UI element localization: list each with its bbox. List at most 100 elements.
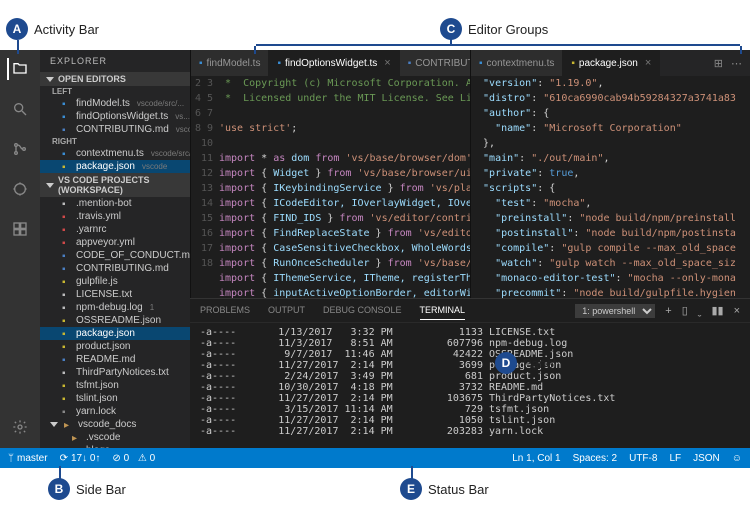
file-name: yarn.lock	[76, 406, 116, 417]
terminal-split-icon[interactable]: ▯	[682, 304, 688, 317]
file-name: findModel.ts	[76, 98, 130, 109]
status-errors[interactable]: ⊘ 0 ⚠ 0	[112, 453, 155, 464]
gear-icon[interactable]	[9, 416, 31, 438]
status-branch[interactable]: ᛘmaster	[8, 453, 48, 464]
status-eol[interactable]: LF	[669, 453, 681, 464]
status-encoding[interactable]: UTF-8	[629, 453, 657, 464]
file-path: vscode	[142, 162, 167, 171]
file-tree-item[interactable]: ▸ vscode_docs	[40, 418, 190, 431]
file-tree-item[interactable]: ▪ yarn.lock	[40, 405, 190, 418]
code-editor[interactable]: "version": "1.19.0", "distro": "610ca699…	[471, 76, 750, 298]
file-icon: ▪	[62, 394, 72, 404]
file-name: package.json	[76, 328, 135, 339]
file-tree-item[interactable]: ▪product.json	[40, 340, 190, 353]
panel-tab[interactable]: PROBLEMS	[200, 301, 250, 320]
file-name: package.json	[76, 161, 135, 172]
explorer-icon[interactable]	[7, 58, 31, 80]
editor-action-icon[interactable]: ⋯	[731, 57, 742, 70]
file-tree-item[interactable]: ▪.travis.yml	[40, 210, 190, 223]
file-name: gulpfile.js	[76, 276, 118, 287]
file-name: CONTRIBUTING.md	[76, 263, 169, 274]
file-tree-item[interactable]: ▪OSSREADME.json	[40, 314, 190, 327]
file-tree-item[interactable]: ▪ .yarnrc	[40, 223, 190, 236]
callout-E: EStatus Bar	[400, 478, 489, 500]
debug-icon[interactable]	[9, 178, 31, 200]
terminal-new-icon[interactable]: +	[665, 305, 671, 317]
file-tree-item[interactable]: ▪CONTRIBUTING.md	[40, 262, 190, 275]
close-icon[interactable]: ×	[384, 57, 390, 69]
terminal-selector[interactable]: 1: powershell	[575, 304, 655, 318]
file-name: .yarnrc	[76, 224, 107, 235]
panel-maximize-icon[interactable]: ▮▮	[711, 304, 723, 317]
file-name: vscode_docs	[78, 419, 136, 430]
file-name: tslint.json	[76, 393, 118, 404]
code-editor[interactable]: 2 3 4 5 6 7 8 9 10 11 12 13 14 15 16 17 …	[191, 76, 470, 298]
open-editor-item[interactable]: ▪CONTRIBUTING.mdvscode	[40, 123, 190, 136]
file-icon: ▪	[62, 251, 72, 261]
tab-label: contextmenu.ts	[487, 58, 555, 69]
open-editors-header[interactable]: OPEN EDITORS	[40, 72, 190, 86]
editor-tab[interactable]: ▪contextmenu.ts	[471, 50, 563, 76]
file-tree-item[interactable]: ▪README.md	[40, 353, 190, 366]
file-name: LICENSE.txt	[76, 289, 132, 300]
file-tree-item[interactable]: ▪CODE_OF_CONDUCT.md	[40, 249, 190, 262]
editor-action-icon[interactable]: ⊞	[714, 57, 723, 70]
terminal-body[interactable]: -a---- 1/13/2017 3:32 PM 1133 LICENSE.tx…	[190, 323, 750, 448]
file-icon: ▪	[62, 342, 72, 352]
panel-tabs: PROBLEMS OUTPUT DEBUG CONSOLE TERMINAL 1: p…	[190, 299, 750, 323]
extensions-icon[interactable]	[9, 218, 31, 240]
file-tree-item[interactable]: ▪npm-debug.log1	[40, 301, 190, 314]
file-tree-item[interactable]: ▪gulpfile.js	[40, 275, 190, 288]
panel-tab[interactable]: OUTPUT	[268, 301, 305, 320]
status-feedback[interactable]: ☺	[732, 453, 742, 464]
file-icon: ▪	[62, 329, 72, 339]
file-icon: ▪	[62, 212, 72, 222]
status-sync[interactable]: ⟳17↓ 0↑	[60, 453, 101, 464]
file-name: npm-debug.log	[76, 302, 143, 313]
file-icon: ▪	[62, 238, 72, 248]
editor-tab[interactable]: ▪package.json×	[563, 50, 660, 76]
file-tree-item[interactable]: ▪ThirdPartyNotices.txt	[40, 366, 190, 379]
status-lang[interactable]: JSON	[693, 453, 720, 464]
close-icon[interactable]: ×	[645, 57, 651, 69]
file-icon: ▸	[64, 420, 74, 430]
open-editor-item[interactable]: ▪ package.json vscode	[40, 160, 190, 173]
workspace-header[interactable]: VS CODE PROJECTS (WORKSPACE)	[40, 173, 190, 197]
status-ln[interactable]: Ln 1, Col 1	[512, 453, 560, 464]
open-editor-item[interactable]: ▪findOptionsWidget.tsvs...	[40, 110, 190, 123]
file-tree-item[interactable]: ▪ package.json	[40, 327, 190, 340]
editor-tab[interactable]: ▪findModel.ts	[191, 50, 269, 76]
file-path: vscode	[176, 125, 190, 134]
file-tree-item[interactable]: ▪ appveyor.yml	[40, 236, 190, 249]
tab-label: CONTRIBUTING.md	[415, 58, 470, 69]
file-icon: ▪	[62, 225, 72, 235]
file-icon: ▪	[62, 407, 72, 417]
chevron-up-icon[interactable]: ˬ	[698, 305, 702, 317]
file-tree-item[interactable]: ▪ tslint.json	[40, 392, 190, 405]
file-icon: ▪	[277, 58, 281, 69]
branch-icon: ᛘ	[8, 453, 14, 464]
git-icon[interactable]	[9, 138, 31, 160]
file-icon: ▪	[62, 162, 72, 172]
file-tree-item[interactable]: ▸.vscode	[40, 431, 190, 444]
file-icon: ▸	[72, 433, 82, 443]
file-tree-item[interactable]: ▪tsfmt.json	[40, 379, 190, 392]
panel-tab[interactable]: TERMINAL	[420, 301, 466, 320]
file-tree-item[interactable]: ▪LICENSE.txt	[40, 288, 190, 301]
panel-close-icon[interactable]: ×	[734, 305, 740, 317]
file-name: appveyor.yml	[76, 237, 135, 248]
open-editor-item[interactable]: ▪contextmenu.tsvscode/src/...	[40, 147, 190, 160]
editor-tab[interactable]: ▪CONTRIBUTING.md	[400, 50, 470, 76]
status-spaces[interactable]: Spaces: 2	[573, 453, 617, 464]
search-icon[interactable]	[9, 98, 31, 120]
file-name: tsfmt.json	[76, 380, 119, 391]
vscode-window: EXPLORER OPEN EDITORS LEFT▪findModel.tsv…	[0, 50, 750, 468]
open-editor-item[interactable]: ▪findModel.tsvscode/src/...	[40, 97, 190, 110]
file-name: ThirdPartyNotices.txt	[76, 367, 169, 378]
editor-tab[interactable]: ▪findOptionsWidget.ts×	[269, 50, 399, 76]
file-icon: ▪	[62, 199, 72, 209]
file-name: README.md	[76, 354, 135, 365]
file-tree-item[interactable]: ▪.mention-bot	[40, 197, 190, 210]
panel-tab[interactable]: DEBUG CONSOLE	[323, 301, 402, 320]
tab-label: package.json	[579, 58, 638, 69]
